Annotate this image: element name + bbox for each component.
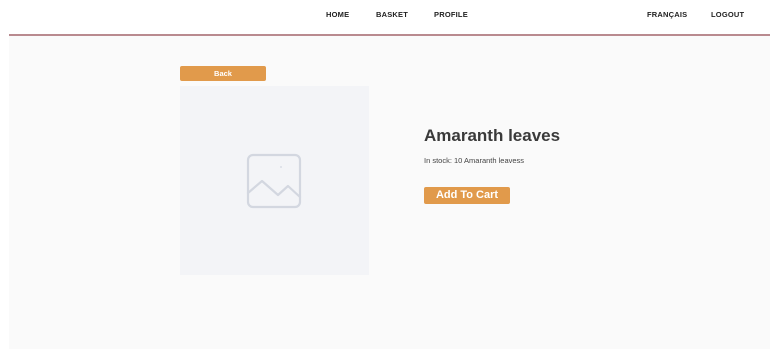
stock-status-text: In stock: 10 Amaranth leavess — [424, 156, 525, 165]
top-navbar: HOME BASKET PROFILE FRANÇAIS LOGOUT — [0, 0, 770, 34]
nav-logout-link[interactable]: LOGOUT — [711, 10, 744, 19]
nav-home-link[interactable]: HOME — [326, 10, 349, 19]
product-image-placeholder — [180, 86, 369, 275]
add-to-cart-button[interactable]: Add To Cart — [424, 187, 510, 204]
product-title: Amaranth leaves — [424, 126, 561, 145]
image-placeholder-icon — [246, 153, 302, 209]
back-button[interactable]: Back — [180, 66, 266, 81]
main-content — [9, 36, 770, 349]
nav-profile-link[interactable]: PROFILE — [434, 10, 468, 19]
nav-basket-link[interactable]: BASKET — [376, 10, 408, 19]
language-switch-link[interactable]: FRANÇAIS — [647, 10, 687, 19]
